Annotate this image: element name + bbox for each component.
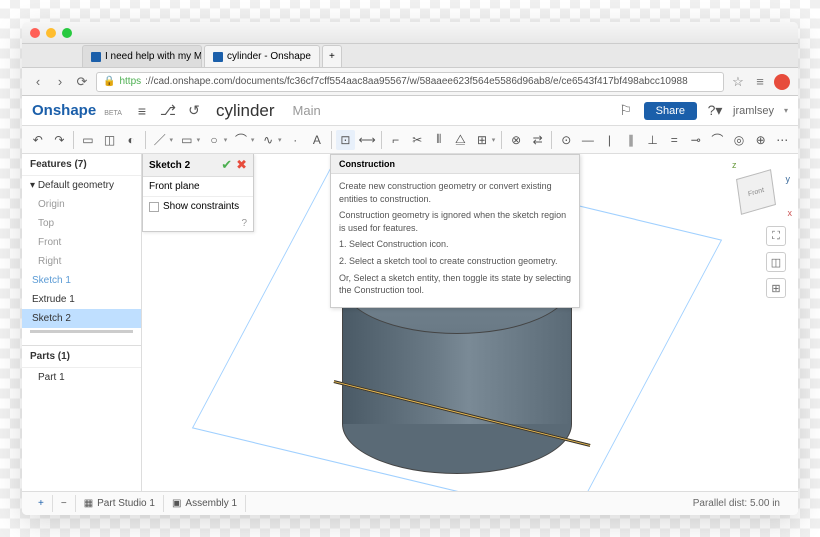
document-title[interactable]: cylinder <box>216 101 275 121</box>
pattern-icon[interactable]: ⊞ <box>472 130 492 150</box>
default-geometry-item[interactable]: ▾ Default geometry <box>22 176 141 195</box>
coincident-icon[interactable]: ⊙ <box>556 130 576 150</box>
tree-item[interactable]: Sketch 1 <box>22 271 141 290</box>
part-studio-tab[interactable]: ▦ Part Studio 1 <box>76 495 164 512</box>
new-tab-button[interactable]: + <box>322 45 342 67</box>
lock-icon: 🔒 <box>103 76 115 87</box>
transform-icon[interactable]: ⇄ <box>528 130 548 150</box>
fit-view-icon[interactable]: ⛶ <box>766 226 786 246</box>
onshape-app: OnshapeBETA ≡ ⎇ ↺ cylinder Main ⚐ Share … <box>22 96 798 515</box>
address-bar-row: ‹ › ⟳ 🔒 https://cad.onshape.com/document… <box>22 68 798 96</box>
favicon-icon <box>213 52 223 62</box>
browser-tabs: I need help with my Music cylinder - Ons… <box>22 44 798 68</box>
tangent-icon[interactable]: ⌒ <box>708 130 728 150</box>
maximize-window-icon[interactable] <box>62 28 72 38</box>
viewport-canvas[interactable]: Sketch 2 ✔ ✖ Front plane Show constraint… <box>142 154 798 491</box>
dimension-icon[interactable]: ⟷ <box>357 130 377 150</box>
help-icon[interactable]: ?▾ <box>707 103 723 119</box>
show-constraints-checkbox[interactable]: Show constraints <box>143 197 253 216</box>
rect-icon[interactable]: ▭ <box>177 130 197 150</box>
text-icon[interactable]: A <box>307 130 327 150</box>
app-header: OnshapeBETA ≡ ⎇ ↺ cylinder Main ⚐ Share … <box>22 96 798 126</box>
spline-icon[interactable]: ∿ <box>258 130 278 150</box>
onshape-logo[interactable]: Onshape <box>32 102 96 119</box>
trim-icon[interactable]: ✂ <box>407 130 427 150</box>
sketch-dialog-title: Sketch 2 <box>149 160 221 171</box>
tree-item[interactable]: Right <box>22 252 141 271</box>
view-menu-icon[interactable]: ⊞ <box>766 278 786 298</box>
features-header[interactable]: Features (7) <box>22 154 141 176</box>
equal-icon[interactable]: = <box>664 130 684 150</box>
toolbar: ↶ ↷ ▭ ◫ ◐ ／▾ ▭▾ ○▾ ⌒▾ ∿▾ · A ⊡ ⟷ ⌐ ✂ ⫴ ⧋… <box>22 126 798 154</box>
tooltip-title: Construction <box>331 155 579 174</box>
reload-button[interactable]: ⟳ <box>74 74 90 90</box>
status-bar: + − ▦ Part Studio 1 ▣ Assembly 1 Paralle… <box>22 491 798 515</box>
parallel-icon[interactable]: ∥ <box>621 130 641 150</box>
back-button[interactable]: ‹ <box>30 74 46 90</box>
extrude-icon[interactable]: ◫ <box>100 130 120 150</box>
url-input[interactable]: 🔒 https://cad.onshape.com/documents/fc36… <box>96 72 724 92</box>
revolve-icon[interactable]: ◐ <box>121 130 141 150</box>
document-subtitle: Main <box>293 103 321 118</box>
line-icon[interactable]: ／ <box>150 130 170 150</box>
circle-icon[interactable]: ○ <box>204 130 224 150</box>
offset-icon[interactable]: ⫴ <box>429 130 449 150</box>
perpendicular-icon[interactable]: ⊥ <box>643 130 663 150</box>
cancel-icon[interactable]: ✖ <box>236 157 247 173</box>
titlebar <box>22 22 798 44</box>
construction-icon[interactable]: ⊡ <box>336 130 356 150</box>
branch-icon[interactable]: ⎇ <box>160 103 176 119</box>
content-area: Features (7) ▾ Default geometry Origin T… <box>22 154 798 491</box>
dialog-help-icon[interactable]: ? <box>143 216 253 231</box>
bookmark-icon[interactable]: ☆ <box>730 74 746 90</box>
tree-item[interactable]: Top <box>22 214 141 233</box>
view-cube[interactable]: z y x Front <box>726 162 786 222</box>
arc-icon[interactable]: ⌒ <box>231 130 251 150</box>
section-view-icon[interactable]: ◫ <box>766 252 786 272</box>
browser-window: I need help with my Music cylinder - Ons… <box>22 22 798 515</box>
add-tab-button[interactable]: + <box>30 495 53 512</box>
tree-item[interactable]: Front <box>22 233 141 252</box>
close-window-icon[interactable] <box>30 28 40 38</box>
favicon-icon <box>91 52 101 62</box>
rollback-bar[interactable] <box>30 330 133 333</box>
accept-icon[interactable]: ✔ <box>221 157 232 173</box>
feature-tree: Features (7) ▾ Default geometry Origin T… <box>22 154 142 491</box>
horizontal-icon[interactable]: — <box>578 130 598 150</box>
sketch-icon[interactable]: ▭ <box>78 130 98 150</box>
fillet-icon[interactable]: ⌐ <box>386 130 406 150</box>
sketch-plane-field[interactable]: Front plane <box>143 177 253 197</box>
history-icon[interactable]: ↺ <box>186 103 202 119</box>
share-button[interactable]: Share <box>644 102 697 120</box>
minimize-window-icon[interactable] <box>46 28 56 38</box>
undo-icon[interactable]: ↶ <box>28 130 48 150</box>
point-icon[interactable]: · <box>285 130 305 150</box>
tree-item-selected[interactable]: Sketch 2 <box>22 309 141 328</box>
assembly-tab[interactable]: ▣ Assembly 1 <box>164 495 246 512</box>
sketch-dialog: Sketch 2 ✔ ✖ Front plane Show constraint… <box>142 154 254 232</box>
status-readout: Parallel dist: 5.00 in <box>683 498 790 509</box>
parts-header[interactable]: Parts (1) <box>22 346 141 368</box>
concentric-icon[interactable]: ◎ <box>729 130 749 150</box>
construction-tooltip: Construction Create new construction geo… <box>330 154 580 308</box>
user-label[interactable]: jramlsey <box>733 105 774 117</box>
part-item[interactable]: Part 1 <box>22 368 141 387</box>
hamburger-icon[interactable]: ≡ <box>134 103 150 119</box>
intersect-icon[interactable]: ⊗ <box>506 130 526 150</box>
mirror-icon[interactable]: ⧋ <box>451 130 471 150</box>
notification-icon[interactable]: ⚐ <box>618 103 634 119</box>
browser-tab-onshape[interactable]: cylinder - Onshape <box>204 45 320 67</box>
browser-tab-music[interactable]: I need help with my Music <box>82 45 202 67</box>
midpoint-icon[interactable]: ⊸ <box>686 130 706 150</box>
fix-icon[interactable]: ⊕ <box>751 130 771 150</box>
redo-icon[interactable]: ↷ <box>50 130 70 150</box>
tree-item[interactable]: Origin <box>22 195 141 214</box>
remove-tab-button[interactable]: − <box>53 495 76 512</box>
vertical-icon[interactable]: | <box>600 130 620 150</box>
more-icon[interactable]: ⋯ <box>772 130 792 150</box>
menu-icon[interactable]: ≡ <box>752 74 768 90</box>
opera-icon[interactable] <box>774 74 790 90</box>
forward-button[interactable]: › <box>52 74 68 90</box>
tree-item[interactable]: Extrude 1 <box>22 290 141 309</box>
